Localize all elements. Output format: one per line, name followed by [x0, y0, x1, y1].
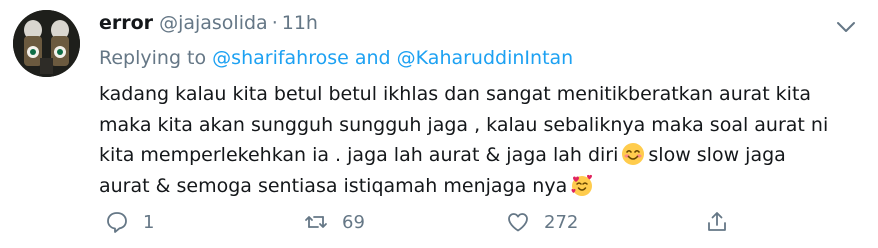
mention-link[interactable]: @KaharuddinIntan — [397, 47, 574, 69]
tweet-text-line: kadang kalau kita betul betul ikhlas dan… — [99, 83, 812, 105]
author-handle[interactable]: @jajasolida — [159, 10, 268, 36]
avatar-photo — [13, 10, 80, 77]
author-name[interactable]: error — [99, 10, 153, 36]
tweet-actions: 1 69 272 — [99, 209, 759, 235]
retweet-count: 69 — [342, 211, 365, 233]
smiling-face-with-hearts-emoji-icon — [570, 173, 594, 197]
tweet-text-line: maka kita akan sungguh sungguh jaga , ka… — [99, 113, 829, 136]
retweet-button[interactable]: 69 — [304, 209, 365, 235]
tweet-text: kadang kalau kita betul betul ikhlas dan… — [99, 79, 859, 201]
reply-icon — [105, 210, 129, 234]
share-button[interactable] — [705, 209, 729, 235]
tweet-timestamp[interactable]: 11h — [282, 10, 318, 36]
tweet[interactable]: error @jajasolida · 11h Replying to @sha… — [0, 0, 878, 248]
retweet-icon — [304, 210, 328, 234]
reply-button[interactable]: 1 — [105, 209, 154, 235]
heart-icon — [506, 210, 530, 234]
tweet-header: error @jajasolida · 11h — [99, 10, 858, 36]
replying-and: and — [354, 47, 391, 69]
like-count: 272 — [544, 211, 579, 233]
smiling-face-emoji-icon — [621, 142, 645, 166]
tweet-text-segment: aurat & semoga sentiasa istiqamah menjag… — [99, 174, 568, 197]
tweet-text-segment: kita memperlekehkan ia . jaga lah aurat … — [99, 144, 619, 166]
like-button[interactable]: 272 — [506, 209, 578, 235]
tweet-text-segment: slow slow jaga — [648, 144, 786, 166]
tweet-text-line: kita memperlekehkan ia . jaga lah aurat … — [99, 140, 859, 171]
more-options-chevron-icon[interactable] — [834, 18, 858, 36]
replying-to: Replying to @sharifahrose and @Kaharuddi… — [99, 45, 858, 71]
avatar[interactable] — [13, 10, 80, 77]
reply-count: 1 — [143, 211, 155, 233]
replying-prefix: Replying to — [99, 47, 207, 69]
mention-link[interactable]: @sharifahrose — [212, 47, 349, 69]
tweet-text-line: aurat & semoga sentiasa istiqamah menjag… — [99, 171, 859, 202]
tweet-content: error @jajasolida · 11h Replying to @sha… — [99, 10, 858, 201]
share-icon — [705, 210, 729, 234]
header-separator: · — [271, 12, 278, 34]
